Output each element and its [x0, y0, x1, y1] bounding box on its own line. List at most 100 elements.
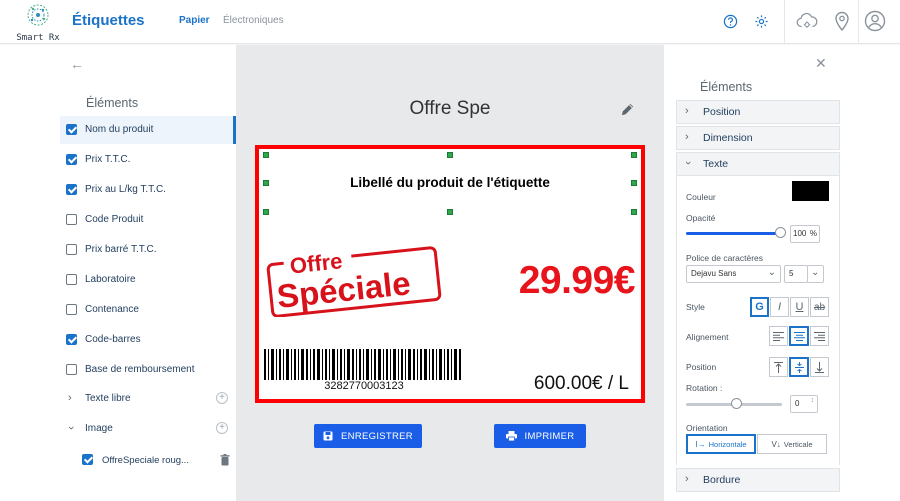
barcode-number-text[interactable]: 3282770003123 — [264, 380, 464, 392]
section-texte[interactable]: › Texte — [676, 152, 840, 176]
orientation-horizontal-button[interactable]: I→ Horizontale — [686, 434, 756, 454]
vertical-text-icon: V↓ — [771, 439, 781, 449]
section-dimension[interactable]: › Dimension — [676, 126, 840, 150]
element-checkbox[interactable] — [66, 154, 77, 165]
product-name-text[interactable]: Libellé du produit de l'étiquette — [275, 175, 625, 190]
add-circle-icon[interactable]: + — [216, 392, 228, 404]
font-size-select[interactable]: 5 — [784, 265, 808, 283]
resize-handle[interactable] — [447, 152, 453, 158]
resize-handle[interactable] — [631, 209, 637, 215]
align-middle-icon — [794, 361, 804, 373]
element-checkbox[interactable] — [66, 364, 77, 375]
element-label: Code Produit — [85, 214, 144, 225]
element-item-base-remboursement[interactable]: Base de remboursement — [60, 356, 236, 384]
element-checkbox[interactable] — [66, 244, 77, 255]
element-item-prix-au-lkg[interactable]: Prix au L/kg T.T.C. — [60, 176, 236, 204]
resize-handle[interactable] — [447, 209, 453, 215]
underline-button[interactable]: U — [790, 297, 809, 317]
cloud-cog-icon[interactable] — [796, 11, 818, 31]
opacite-label: Opacité — [686, 213, 716, 223]
element-checkbox[interactable] — [66, 124, 77, 135]
trash-icon[interactable] — [220, 454, 230, 466]
couleur-label: Couleur — [686, 192, 716, 202]
valign-middle-button[interactable] — [789, 357, 809, 377]
alignement-label: Alignement — [686, 332, 729, 342]
unit-price-text[interactable]: 600.00€ / L — [465, 373, 629, 395]
element-label: Contenance — [85, 304, 139, 315]
align-left-button[interactable] — [769, 326, 788, 346]
section-position-label: Position — [703, 106, 741, 118]
print-button[interactable]: IMPRIMER — [494, 424, 586, 448]
orientation-h-label: Horizontale — [708, 439, 747, 449]
element-label: Prix barré T.T.C. — [85, 244, 157, 255]
add-circle-icon[interactable]: + — [216, 422, 228, 434]
smart-rx-logo[interactable]: Smart Rx — [16, 3, 60, 43]
image-item-label: OffreSpeciale roug... — [102, 455, 189, 466]
bold-button[interactable]: G — [750, 297, 769, 317]
element-checkbox[interactable] — [66, 184, 77, 195]
element-item-prix-barre[interactable]: Prix barré T.T.C. — [60, 236, 236, 264]
element-item-contenance[interactable]: Contenance — [60, 296, 236, 324]
save-button[interactable]: ENREGISTRER — [314, 424, 422, 448]
element-checkbox[interactable] — [82, 454, 93, 465]
settings-icon[interactable] — [754, 14, 769, 29]
image-item-offre-speciale[interactable]: OffreSpeciale roug... — [76, 450, 236, 472]
opacity-input[interactable]: 100% — [790, 225, 820, 243]
resize-handle[interactable] — [631, 152, 637, 158]
location-pin-icon[interactable] — [834, 10, 850, 32]
offre-speciale-stamp-image[interactable]: Offre Spéciale — [264, 242, 444, 317]
opacity-slider-track[interactable] — [686, 232, 782, 235]
element-checkbox[interactable] — [66, 274, 77, 285]
strikethrough-button[interactable]: ab — [810, 297, 829, 317]
resize-handle[interactable] — [263, 209, 269, 215]
label-template-title[interactable]: Offre Spe — [236, 98, 664, 120]
element-checkbox[interactable] — [66, 214, 77, 225]
tab-papier[interactable]: Papier — [179, 15, 210, 26]
pencil-edit-icon[interactable] — [620, 102, 635, 117]
barcode-image[interactable] — [264, 349, 464, 380]
chevron-right-icon[interactable]: › — [68, 392, 72, 404]
orientation-vertical-button[interactable]: V↓ Verticale — [757, 434, 827, 454]
resize-handle[interactable] — [263, 152, 269, 158]
element-item-prix-ttc[interactable]: Prix T.T.C. — [60, 146, 236, 174]
stepper-icon: ↕ — [810, 397, 815, 404]
section-bordure-label: Bordure — [703, 474, 741, 486]
align-center-button[interactable] — [789, 326, 809, 346]
chevron-down-icon[interactable]: ⌄ — [807, 265, 824, 283]
chevron-down-icon[interactable]: › — [65, 426, 77, 430]
element-checkbox[interactable] — [66, 304, 77, 315]
rotation-slider-thumb[interactable] — [731, 398, 742, 409]
user-account-icon[interactable] — [864, 10, 886, 32]
align-right-button[interactable] — [810, 326, 829, 346]
properties-panel-title: Éléments — [700, 80, 753, 94]
valign-bottom-button[interactable] — [810, 357, 829, 377]
section-dimension-label: Dimension — [703, 132, 753, 144]
image-group[interactable]: › Image + — [60, 418, 236, 442]
floppy-disk-icon — [323, 431, 333, 441]
element-label: Code-barres — [85, 334, 141, 345]
align-bottom-icon — [815, 361, 824, 373]
texte-libre-group[interactable]: › Texte libre + — [60, 388, 236, 412]
resize-handle[interactable] — [263, 180, 269, 186]
italic-button[interactable]: I — [770, 297, 789, 317]
valign-top-button[interactable] — [769, 357, 788, 377]
price-text[interactable]: 29.99€ — [465, 259, 636, 303]
element-checkbox[interactable] — [66, 334, 77, 345]
element-item-nom-du-produit[interactable]: Nom du produit — [60, 116, 236, 144]
opacity-slider-thumb[interactable] — [775, 227, 786, 238]
help-circle-icon[interactable] — [723, 14, 738, 29]
font-family-select[interactable]: Dejavu Sans ⌄ — [686, 265, 781, 283]
section-bordure[interactable]: › Bordure — [676, 468, 840, 492]
element-item-code-barres[interactable]: Code-barres — [60, 326, 236, 354]
close-icon[interactable]: ✕ — [815, 55, 827, 72]
element-label: Base de remboursement — [85, 364, 195, 375]
color-picker-swatch[interactable] — [792, 181, 829, 201]
section-position[interactable]: › Position — [676, 100, 840, 124]
element-item-laboratoire[interactable]: Laboratoire — [60, 266, 236, 294]
rotation-input[interactable]: 0 ↕ — [790, 395, 818, 413]
element-item-code-produit[interactable]: Code Produit — [60, 206, 236, 234]
resize-handle[interactable] — [631, 180, 637, 186]
tab-electroniques[interactable]: Électroniques — [223, 15, 284, 26]
back-arrow-icon[interactable]: ← — [70, 56, 84, 72]
police-label: Police de caractères — [686, 253, 764, 263]
